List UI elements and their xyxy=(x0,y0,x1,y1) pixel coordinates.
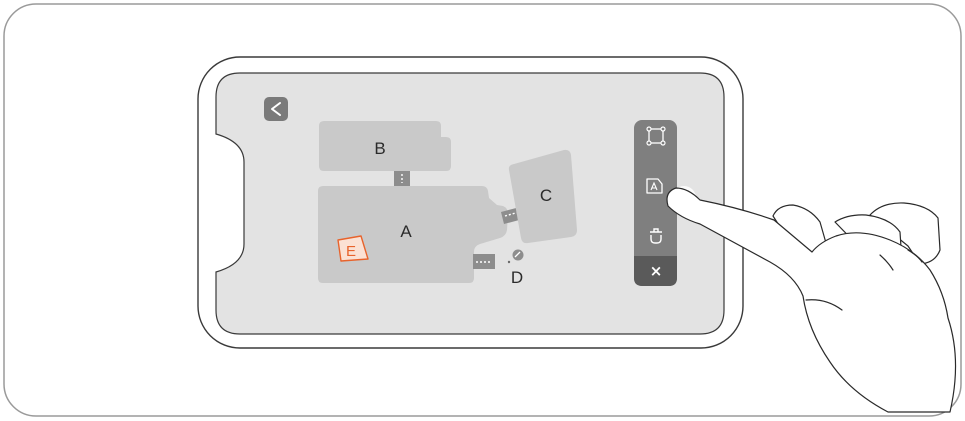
door-b-a xyxy=(394,171,410,186)
marker-icon xyxy=(512,249,524,261)
room-b[interactable]: B xyxy=(319,121,451,171)
door-a-d xyxy=(473,254,495,269)
room-label-c: C xyxy=(540,186,552,205)
back-button[interactable] xyxy=(264,97,288,121)
room-label-b: B xyxy=(374,139,385,158)
room-label-a: A xyxy=(400,222,412,241)
close-icon[interactable]: × xyxy=(650,262,663,280)
room-label-e: E xyxy=(346,243,356,260)
room-label-d: D xyxy=(511,268,523,287)
illustration: B A E C D × xyxy=(3,3,962,417)
